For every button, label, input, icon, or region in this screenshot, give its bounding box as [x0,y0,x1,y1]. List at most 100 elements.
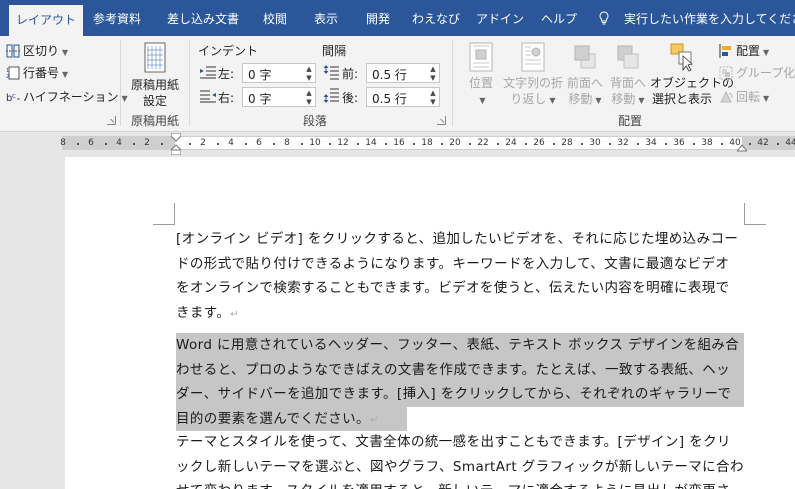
ruler-tick-label: 16 [393,138,405,148]
text-line: 目的の要素を選んでください。 [176,410,370,427]
text-line: ダー、サイドバーを追加できます。[挿入] をクリックしてから、それぞれのギャラリ… [176,382,744,407]
ruler-dot [105,143,107,145]
selection-pane-button[interactable]: オブジェクトの 選択と表示 [650,42,734,107]
breaks-icon [6,44,20,58]
ruler-dot [245,143,247,145]
ruler-tick-label: 6 [88,138,94,148]
ruler-tick-label: 42 [757,138,769,148]
tab-review[interactable]: 校閲 [255,0,295,36]
indent-heading: インデント [198,44,259,58]
ribbon-tab-bar: レイアウト 参考資料 差し込み文書 校閲 表示 開発 わえなび アドイン ヘルプ… [0,0,795,36]
spin-down-icon[interactable]: ▼ [429,98,437,106]
ruler-tick-label: 10 [309,138,321,148]
arrange-group-label: 配置 [617,114,642,128]
rotate-button[interactable]: 回転 ▼ [719,87,769,107]
hyphenation-button[interactable]: bc ハイフネーション ▼ [6,87,128,107]
ruler-dot [329,143,331,145]
spin-up-icon[interactable]: ▲ [429,65,437,73]
tab-help[interactable]: ヘルプ [537,0,581,36]
group-objects-button[interactable]: グループ化▼ [719,63,795,83]
genko-button-label-1: 原稿用紙 [130,78,179,92]
align-button[interactable]: 配置 ▼ [719,41,769,61]
ruler-tick-label: 30 [589,138,601,148]
chevron-down-icon: ▼ [62,48,69,57]
indent-right-spinner[interactable]: 0 字 ▲ ▼ [242,87,316,107]
position-button[interactable]: 位置 ▼ [462,42,500,109]
spin-down-icon[interactable]: ▼ [429,74,437,82]
genko-settings-button[interactable]: 原稿用紙 設定 [127,42,183,109]
align-icon [719,44,731,58]
indent-left-value: 0 字 [248,68,272,82]
tab-view[interactable]: 表示 [306,0,346,36]
spin-up-icon[interactable]: ▲ [429,89,437,97]
horizontal-ruler[interactable]: 8 6 4 2 2 4 6 8 10 12 14 16 18 20 22 24 26 28 30 32 34 36 38 40… [0,133,795,155]
ruler-tick-label: 24 [505,138,517,148]
paragraph-group-label: 段落 [302,114,327,128]
ruler-dot [133,143,135,145]
indent-right-value: 0 字 [248,92,272,106]
wrap-text-label-2: り返し [510,92,547,106]
svg-text:2: 2 [6,74,9,80]
align-label: 配置 [736,44,761,58]
spacing-after-spinner[interactable]: 0.5 行 ▲ ▼ [366,87,440,107]
document-page[interactable]: [オンライン ビデオ] をクリックすると、追加したいビデオを、それに応じた埋め込… [65,157,795,489]
spin-down-icon[interactable]: ▼ [305,74,313,82]
paragraph-launcher-icon[interactable] [437,116,446,125]
ruler-dot [749,143,751,145]
ruler-dot [217,143,219,145]
send-backward-button[interactable]: 背面へ 移動 ▼ [607,42,649,109]
spin-up-icon[interactable]: ▲ [305,65,313,73]
tell-me-box[interactable]: 実行したい作業を入力してください [598,0,795,36]
group-icon [719,66,733,80]
bring-forward-button[interactable]: 前面へ 移動 ▼ [564,42,606,109]
ruler-dot [497,143,499,145]
spin-up-icon[interactable]: ▲ [305,89,313,97]
text-line: をオンラインで検索することもできます。ビデオを使うと、伝えたい内容を明確に表現で [176,280,730,296]
line-numbers-button[interactable]: 12 行番号 ▼ [6,63,68,83]
tab-addins[interactable]: アドイン [475,0,525,36]
ruler-dot [665,143,667,145]
ruler-tick-label: 36 [673,138,685,148]
tab-references[interactable]: 参考資料 [84,0,150,36]
ruler-tick-label: 22 [477,138,489,148]
spacing-heading: 間隔 [322,44,347,58]
ruler-tick-label: 12 [337,138,349,148]
right-indent-marker-icon[interactable] [737,144,747,152]
wrap-text-button[interactable]: 文字列の折 り返し ▼ [503,42,563,109]
tell-me-text: 実行したい作業を入力してください [624,12,795,26]
selection-highlight: 目的の要素を選んでください。↵ [176,406,407,431]
ruler-dot [693,143,695,145]
paragraph-3[interactable]: テーマとスタイルを使って、文書全体の統一感を出すこともできます。[デザイン] を… [176,430,744,489]
wrap-text-label-1: 文字列の折 [503,76,564,90]
tab-layout[interactable]: レイアウト [9,5,83,36]
ruler-dot [469,143,471,145]
ruler-tick-label: 2 [144,138,150,148]
indent-left-spinner[interactable]: 0 字 ▲ ▼ [242,63,316,83]
text-line: テーマとスタイルを使って、文書全体の統一感を出すこともできます。[デザイン] を… [176,434,731,450]
chevron-down-icon: ▼ [763,94,770,103]
first-line-indent-marker-icon[interactable] [171,133,181,155]
ruler-dot [609,143,611,145]
paragraph-mark-icon: ↵ [230,308,240,320]
genko-group-label: 原稿用紙 [130,114,179,128]
paragraph-2-selected[interactable]: Word に用意されているヘッダー、フッター、表紙、テキスト ボックス デザイン… [176,333,744,431]
chevron-down-icon: ▼ [549,96,556,105]
group-separator [452,40,453,126]
ruler-tick-label: 26 [533,138,545,148]
tab-waenavi[interactable]: わえなび [411,0,461,36]
ruler-tick-label: 8 [60,138,66,148]
page-setup-launcher-icon[interactable] [107,116,116,125]
ruler-dot [553,143,555,145]
tab-mailings[interactable]: 差し込み文書 [160,0,246,36]
indent-left-icon [200,66,216,79]
tab-developer[interactable]: 開発 [358,0,398,36]
bring-forward-icon [574,45,596,69]
ruler-tick-label: 6 [256,138,262,148]
spin-down-icon[interactable]: ▼ [305,98,313,106]
ruler-dot [161,143,163,145]
paragraph-1[interactable]: [オンライン ビデオ] をクリックすると、追加したいビデオを、それに応じた埋め込… [176,227,744,325]
line-numbers-label: 行番号 [23,66,60,80]
ruler-dot [637,143,639,145]
spacing-before-spinner[interactable]: 0.5 行 ▲ ▼ [366,63,440,83]
breaks-button[interactable]: 区切り ▼ [6,41,68,61]
